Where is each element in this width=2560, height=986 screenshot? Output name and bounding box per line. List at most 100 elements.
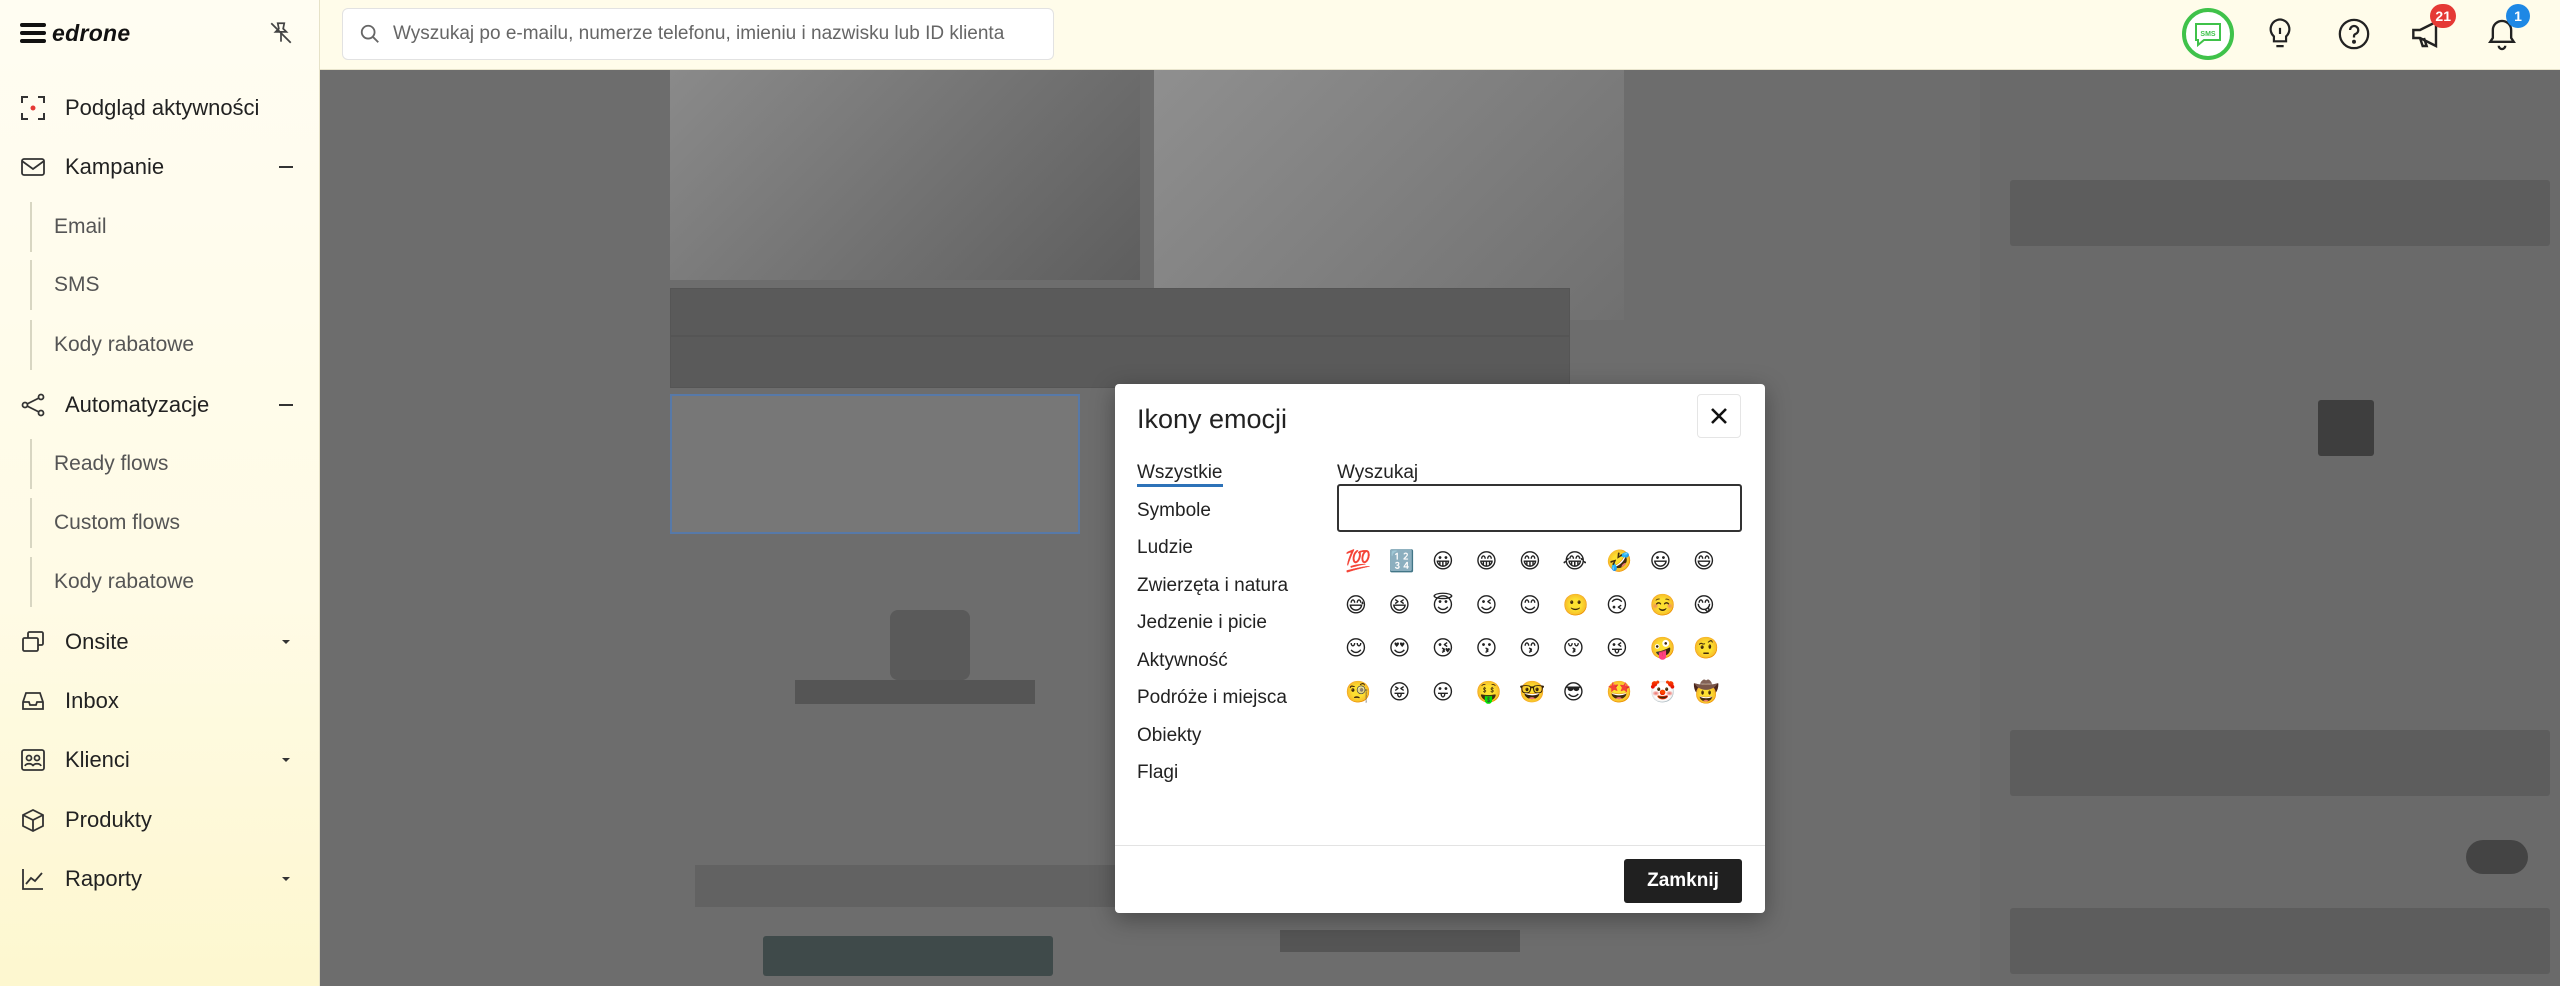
global-search[interactable] — [342, 8, 1054, 60]
sidebar-item-label: Kampanie — [65, 154, 165, 179]
sms-status-button[interactable]: SMS — [2182, 8, 2234, 60]
emoji-item[interactable]: 🤪 — [1642, 627, 1686, 671]
emoji-item[interactable]: 😀 — [1424, 540, 1468, 584]
emoji-item[interactable]: 🧐 — [1337, 671, 1381, 715]
emoji-item[interactable]: 🤠 — [1685, 671, 1729, 715]
emoji-item[interactable]: 🤔 — [1642, 714, 1686, 720]
emoji-item[interactable]: 🙃 — [1598, 584, 1642, 628]
app-logo: edrone — [52, 19, 131, 46]
emoji-item[interactable]: 😇 — [1424, 584, 1468, 628]
emoji-item[interactable]: 😏 — [1381, 714, 1425, 720]
unpin-icon[interactable] — [268, 20, 294, 46]
category-label: Symbole — [1137, 499, 1211, 521]
emoji-item[interactable]: 😛 — [1424, 671, 1468, 715]
emoji-item[interactable]: 😒 — [1555, 714, 1599, 720]
emoji-grid: 💯🔢😀😁😁😂🤣😃😄😅😆😇😉😊🙂🙃☺️😋😌😍😘😗😙😚😜🤪🤨🧐😝😛🤑🤓😎🤩🤡🤠🤗😏😶… — [1337, 540, 1742, 720]
emoji-item[interactable]: 😄 — [1685, 540, 1729, 584]
product-image-left — [670, 70, 1140, 280]
category-travel-places[interactable]: Podróże i miejsca — [1137, 685, 1288, 723]
emoji-search-input[interactable] — [1337, 484, 1742, 532]
sidebar-subitem-discount-codes[interactable]: Kody rabatowe — [30, 320, 320, 370]
announcements-button[interactable]: 21 — [2402, 4, 2456, 60]
emoji-item[interactable]: 😑 — [1511, 714, 1555, 720]
emoji-item[interactable]: 😆 — [1381, 584, 1425, 628]
emoji-item[interactable]: 🤡 — [1642, 671, 1686, 715]
category-symbols[interactable]: Symbole — [1137, 498, 1288, 536]
expand-icon[interactable] — [276, 632, 296, 652]
emoji-item[interactable]: 🙄 — [1598, 714, 1642, 720]
category-flags[interactable]: Flagi — [1137, 760, 1288, 798]
emoji-item[interactable]: 😋 — [1685, 584, 1729, 628]
category-all[interactable]: Wszystkie — [1137, 460, 1288, 498]
emoji-item[interactable]: 😉 — [1468, 584, 1512, 628]
emoji-item[interactable]: 🤣 — [1598, 540, 1642, 584]
sidebar-subitem-discount-codes[interactable]: Kody rabatowe — [30, 557, 320, 607]
hamburger-menu-icon[interactable] — [20, 23, 46, 43]
sidebar-subitem-ready-flows[interactable]: Ready flows — [30, 439, 320, 489]
category-label: Podróże i miejsca — [1137, 687, 1287, 708]
emoji-item[interactable]: 😎 — [1555, 671, 1599, 715]
emoji-item[interactable]: 🤗 — [1337, 714, 1381, 720]
help-button[interactable] — [2328, 8, 2380, 60]
emoji-item[interactable]: 😐 — [1468, 714, 1512, 720]
emoji-item[interactable]: 🤨 — [1685, 627, 1729, 671]
emoji-item[interactable]: 😙 — [1511, 627, 1555, 671]
sidebar-item-products[interactable]: Produkty — [0, 795, 320, 845]
sidebar-item-campaigns[interactable]: Kampanie — [0, 142, 320, 192]
category-people[interactable]: Ludzie — [1137, 535, 1288, 573]
emoji-category-list: Wszystkie Symbole Ludzie Zwierzęta i nat… — [1137, 460, 1288, 798]
emoji-item[interactable]: 😊 — [1511, 584, 1555, 628]
expand-icon[interactable] — [276, 869, 296, 889]
sidebar: edrone Podgląd aktywności Kampanie Email… — [0, 0, 320, 986]
emoji-item[interactable]: 😍 — [1381, 627, 1425, 671]
emoji-item[interactable]: 😶 — [1424, 714, 1468, 720]
emoji-item[interactable]: 🤑 — [1468, 671, 1512, 715]
sidebar-item-automations[interactable]: Automatyzacje — [0, 380, 320, 430]
emoji-item[interactable]: 😜 — [1598, 627, 1642, 671]
notifications-button[interactable]: 1 — [2476, 4, 2530, 60]
sidebar-subitem-sms[interactable]: SMS — [30, 260, 320, 310]
emoji-item[interactable]: 🙂 — [1555, 584, 1599, 628]
emoji-item[interactable]: 🤩 — [1598, 671, 1642, 715]
product-placeholder-text-2 — [1280, 930, 1520, 952]
emoji-item[interactable]: 😚 — [1555, 627, 1599, 671]
dialog-close-button[interactable] — [1697, 394, 1741, 438]
emoji-item[interactable]: 😂 — [1555, 540, 1599, 584]
emoji-item[interactable]: 😅 — [1337, 584, 1381, 628]
emoji-item[interactable]: 😃 — [1642, 540, 1686, 584]
emoji-item[interactable]: 🤥 — [1685, 714, 1729, 720]
category-animals-nature[interactable]: Zwierzęta i natura — [1137, 573, 1288, 611]
emoji-item[interactable]: 😁 — [1468, 540, 1512, 584]
emoji-item[interactable]: 😝 — [1381, 671, 1425, 715]
emoji-item[interactable]: ☺️ — [1642, 584, 1686, 628]
sidebar-item-onsite[interactable]: Onsite — [0, 617, 320, 667]
sidebar-item-label: Onsite — [65, 629, 129, 654]
emoji-item[interactable]: 😌 — [1337, 627, 1381, 671]
emoji-item[interactable]: 💯 — [1337, 540, 1381, 584]
emoji-item[interactable]: 😗 — [1468, 627, 1512, 671]
tips-button[interactable] — [2254, 8, 2306, 60]
sidebar-subitem-label: Custom flows — [54, 511, 181, 534]
sidebar-subitem-email[interactable]: Email — [30, 202, 320, 252]
sms-ring: SMS — [2182, 8, 2234, 60]
sidebar-subitem-custom-flows[interactable]: Custom flows — [30, 498, 320, 548]
emoji-item[interactable]: 🤓 — [1511, 671, 1555, 715]
search-icon — [360, 24, 379, 43]
emoji-item[interactable]: 😘 — [1424, 627, 1468, 671]
collapse-icon[interactable] — [276, 395, 296, 415]
category-activity[interactable]: Aktywność — [1137, 648, 1288, 686]
emoji-item[interactable]: 😁 — [1511, 540, 1555, 584]
category-food-drink[interactable]: Jedzenie i picie — [1137, 610, 1288, 648]
sidebar-item-inbox[interactable]: Inbox — [0, 676, 320, 726]
sidebar-item-reports[interactable]: Raporty — [0, 854, 320, 904]
collapse-icon[interactable] — [276, 157, 296, 177]
emoji-item[interactable]: 🔢 — [1381, 540, 1425, 584]
sidebar-item-activity[interactable]: Podgląd aktywności — [0, 83, 320, 133]
panel-toggle — [2318, 400, 2374, 456]
expand-icon[interactable] — [276, 750, 296, 770]
notifications-badge: 1 — [2506, 4, 2530, 28]
sidebar-item-clients[interactable]: Klienci — [0, 735, 320, 785]
dialog-dismiss-button[interactable]: Zamknij — [1624, 859, 1742, 903]
search-input[interactable] — [393, 23, 1033, 45]
category-objects[interactable]: Obiekty — [1137, 723, 1288, 761]
